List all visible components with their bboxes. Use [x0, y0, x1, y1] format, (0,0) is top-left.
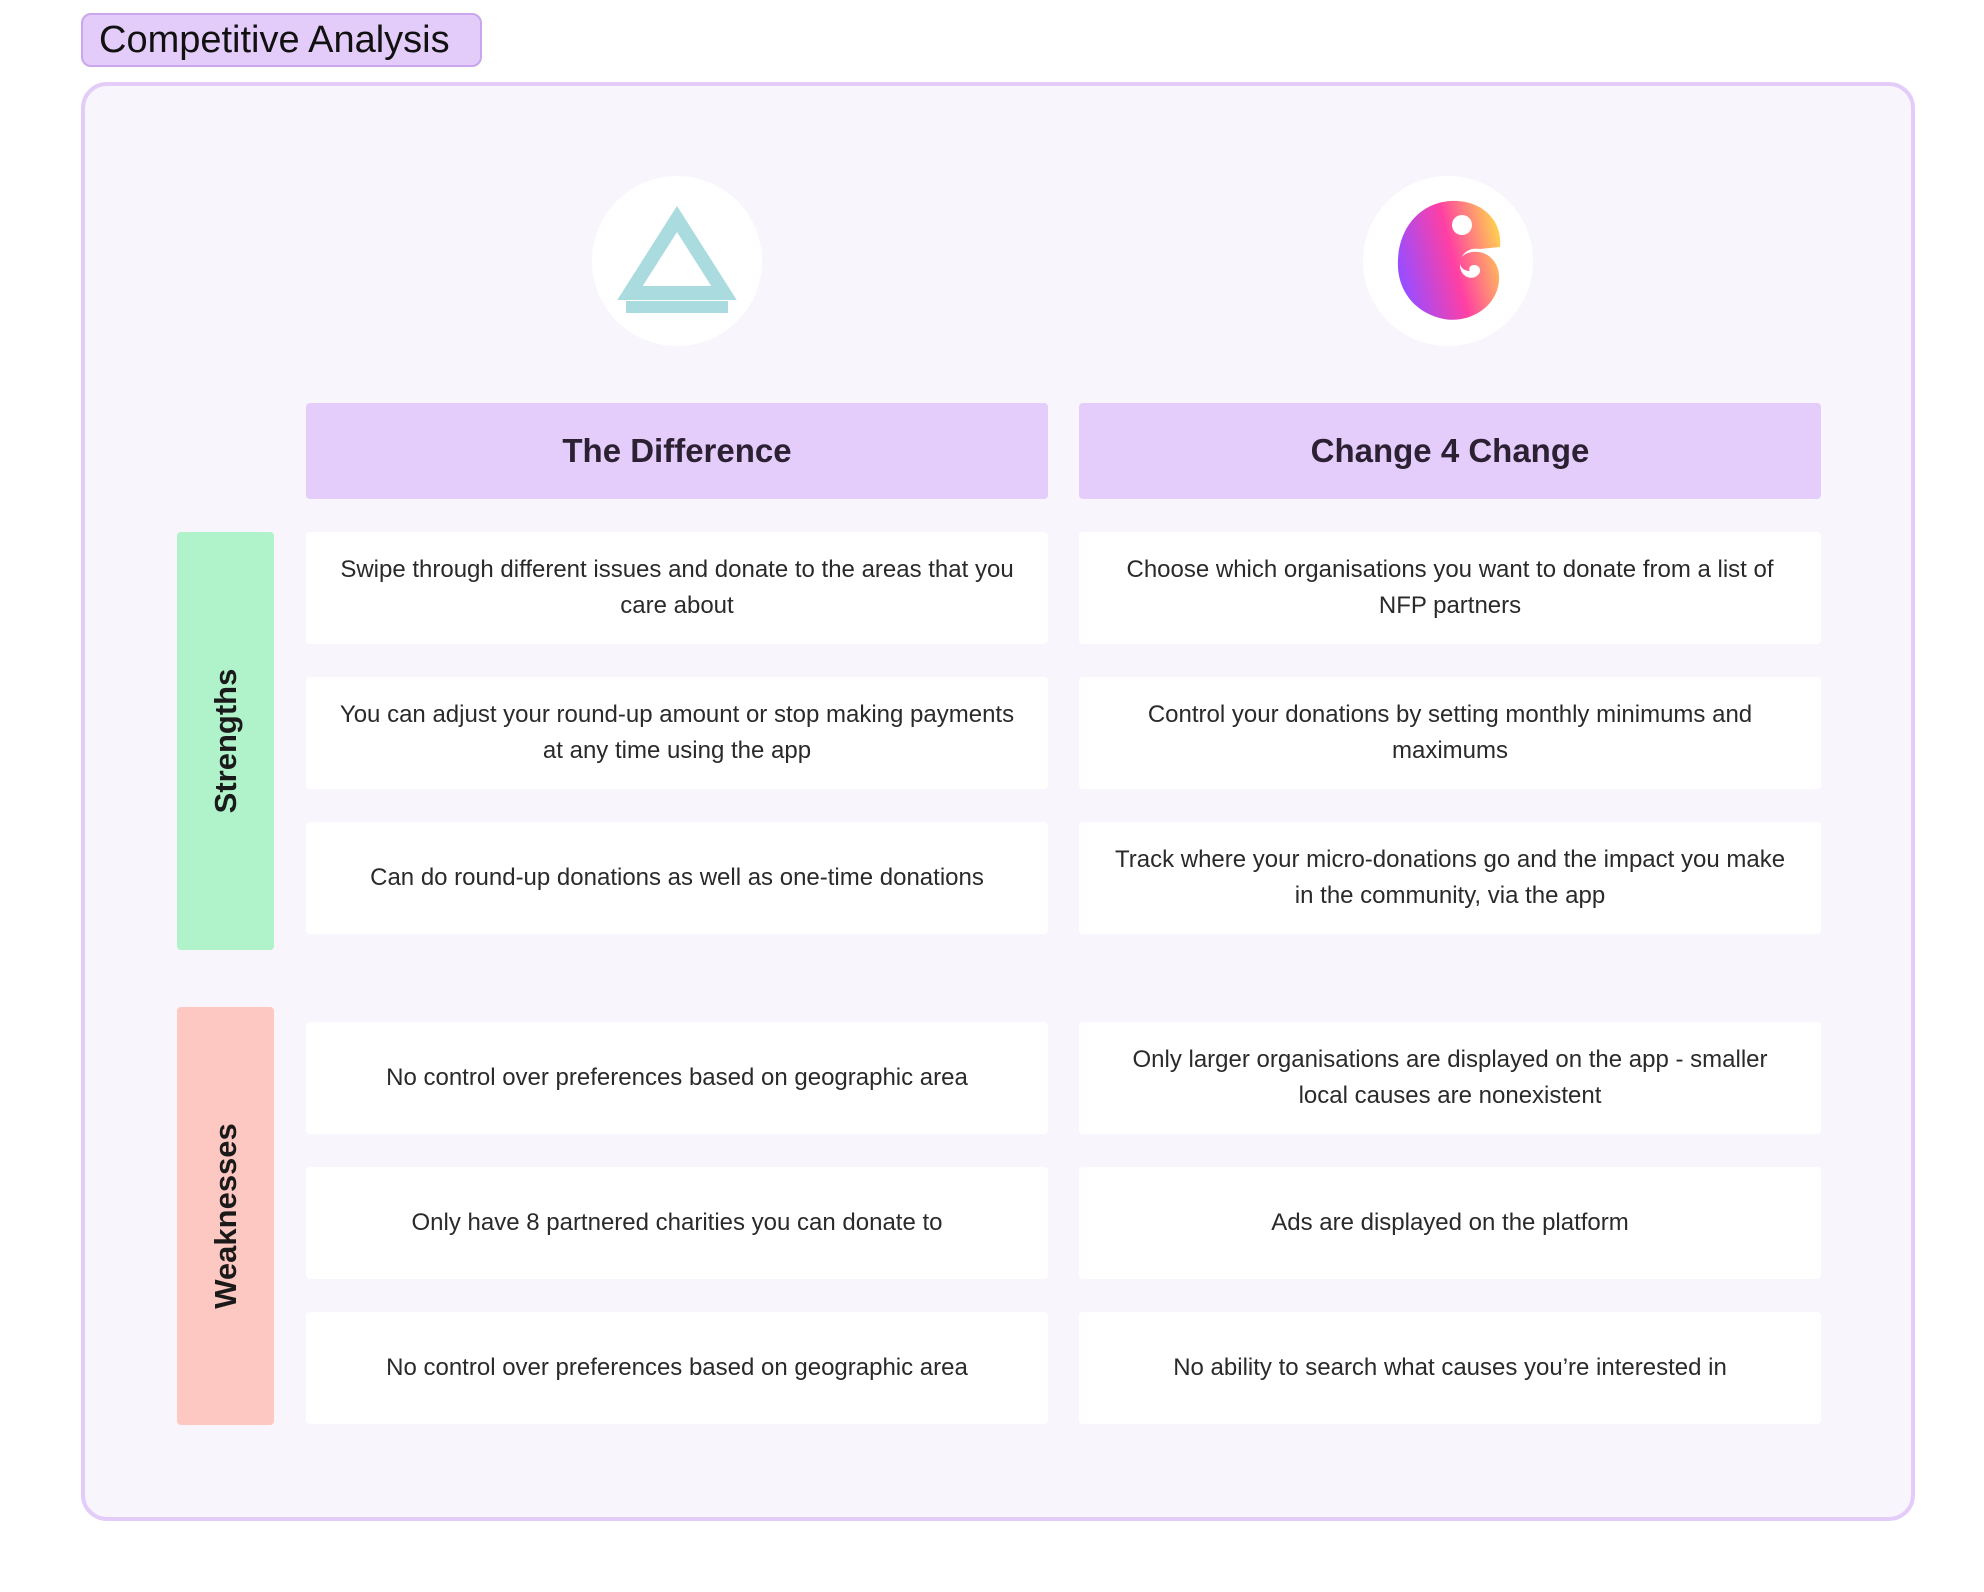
weaknesses-label: Weaknesses: [207, 1123, 243, 1309]
column-header-change-4-change: Change 4 Change: [1079, 403, 1821, 499]
the-difference-logo: [592, 176, 762, 346]
frame-title[interactable]: Competitive Analysis: [81, 13, 482, 67]
weakness-cell-the-difference-1: No control over preferences based on geo…: [306, 1022, 1048, 1134]
weakness-cell-the-difference-2: Only have 8 partnered charities you can …: [306, 1167, 1048, 1279]
row-label-strengths: Strengths: [177, 532, 274, 950]
strength-cell-change-4-change-1: Choose which organisations you want to d…: [1079, 532, 1821, 644]
strengths-label: Strengths: [207, 668, 243, 814]
change-4-change-logo: [1363, 176, 1533, 346]
weakness-cell-change-4-change-2: Ads are displayed on the platform: [1079, 1167, 1821, 1279]
chameleon-logo-icon: [1397, 200, 1501, 320]
strength-cell-the-difference-1: Swipe through different issues and donat…: [306, 532, 1048, 644]
competitive-analysis-frame: [81, 82, 1915, 1521]
weakness-cell-change-4-change-3: No ability to search what causes you’re …: [1079, 1312, 1821, 1424]
row-label-weaknesses: Weaknesses: [177, 1007, 274, 1425]
weakness-cell-the-difference-3: No control over preferences based on geo…: [306, 1312, 1048, 1424]
triangle-logo-icon: [617, 205, 737, 313]
strength-cell-the-difference-3: Can do round-up donations as well as one…: [306, 822, 1048, 934]
strength-cell-change-4-change-3: Track where your micro-donations go and …: [1079, 822, 1821, 934]
strength-cell-change-4-change-2: Control your donations by setting monthl…: [1079, 677, 1821, 789]
column-header-the-difference: The Difference: [306, 403, 1048, 499]
weakness-cell-change-4-change-1: Only larger organisations are displayed …: [1079, 1022, 1821, 1134]
strength-cell-the-difference-2: You can adjust your round-up amount or s…: [306, 677, 1048, 789]
